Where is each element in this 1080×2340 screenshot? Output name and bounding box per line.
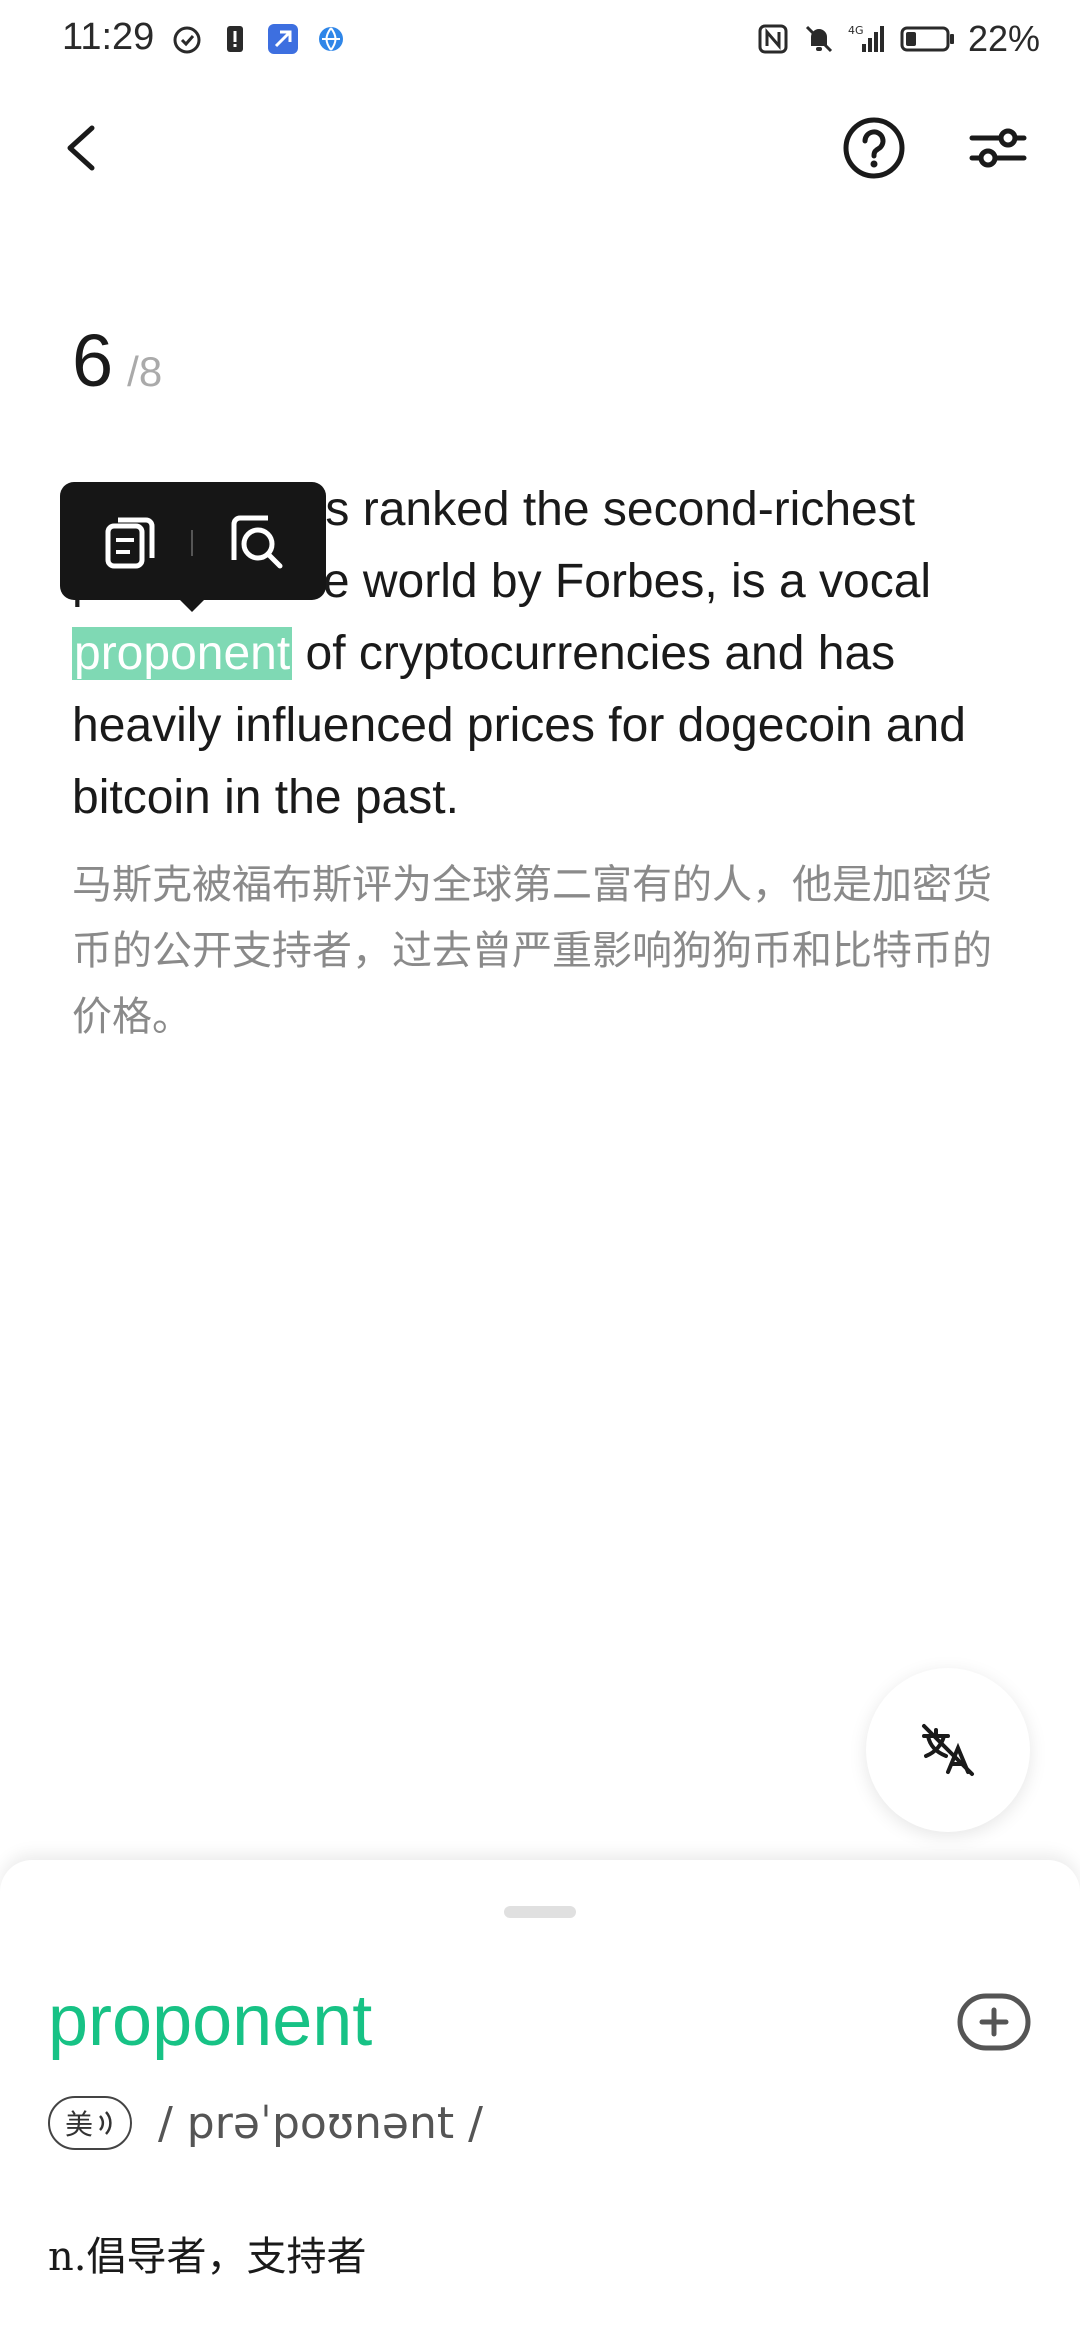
- help-icon[interactable]: [840, 114, 908, 182]
- accent-label: 美: [64, 2109, 93, 2140]
- selection-popup: [60, 482, 326, 600]
- phonetic-text: / prəˈpoʊnənt /: [158, 2097, 483, 2149]
- sheet-drag-handle[interactable]: [504, 1906, 576, 1918]
- sentence-highlight-word[interactable]: proponent: [72, 627, 293, 680]
- status-right: 4G 22%: [756, 18, 1040, 60]
- progress-current: 6: [72, 319, 114, 402]
- hide-translation-icon: [922, 1724, 974, 1776]
- pronunciation-play-button[interactable]: 美: [48, 2096, 132, 2150]
- status-left-icons: [170, 22, 348, 56]
- search-icon[interactable]: [224, 510, 288, 574]
- progress-counter: 6 /8: [72, 318, 162, 403]
- settings-sliders-icon[interactable]: [964, 114, 1032, 182]
- word-definition: n.倡导者，支持者: [48, 2234, 367, 2280]
- signal-4g-icon: 4G: [848, 24, 884, 52]
- hide-translation-button[interactable]: [866, 1668, 1030, 1832]
- notification-icon: [227, 26, 243, 52]
- app-icon: [268, 24, 298, 54]
- copy-icon[interactable]: [100, 512, 160, 572]
- alarm-icon: [173, 26, 201, 54]
- top-bar: [0, 100, 1080, 196]
- speaker-icon: [99, 2111, 112, 2135]
- svg-text:4G: 4G: [848, 24, 864, 37]
- word-bottom-sheet: proponent 美 / prəˈpoʊnənt / n.倡导者，支持者: [0, 1860, 1080, 2340]
- word-title: proponent: [48, 1981, 373, 2061]
- popup-divider: [191, 530, 193, 556]
- pronunciation-row: 美 / prəˈpoʊnənt /: [48, 2096, 483, 2150]
- nfc-icon: [758, 24, 788, 54]
- status-bar: 11:29 4G 22%: [0, 0, 1080, 80]
- progress-total: /8: [127, 348, 163, 395]
- popup-arrow: [176, 596, 208, 612]
- add-word-icon[interactable]: [956, 1992, 1032, 2052]
- battery-percent: 22%: [967, 18, 1040, 59]
- battery-icon: [900, 26, 954, 52]
- browser-icon: [319, 27, 343, 51]
- sentence-translation: 马斯克被福布斯评为全球第二富有的人，他是加密货币的公开支持者，过去曾严重影响狗狗…: [72, 863, 992, 1039]
- mute-icon: [805, 25, 832, 53]
- back-arrow-icon[interactable]: [52, 118, 112, 178]
- status-time: 11:29: [62, 16, 155, 58]
